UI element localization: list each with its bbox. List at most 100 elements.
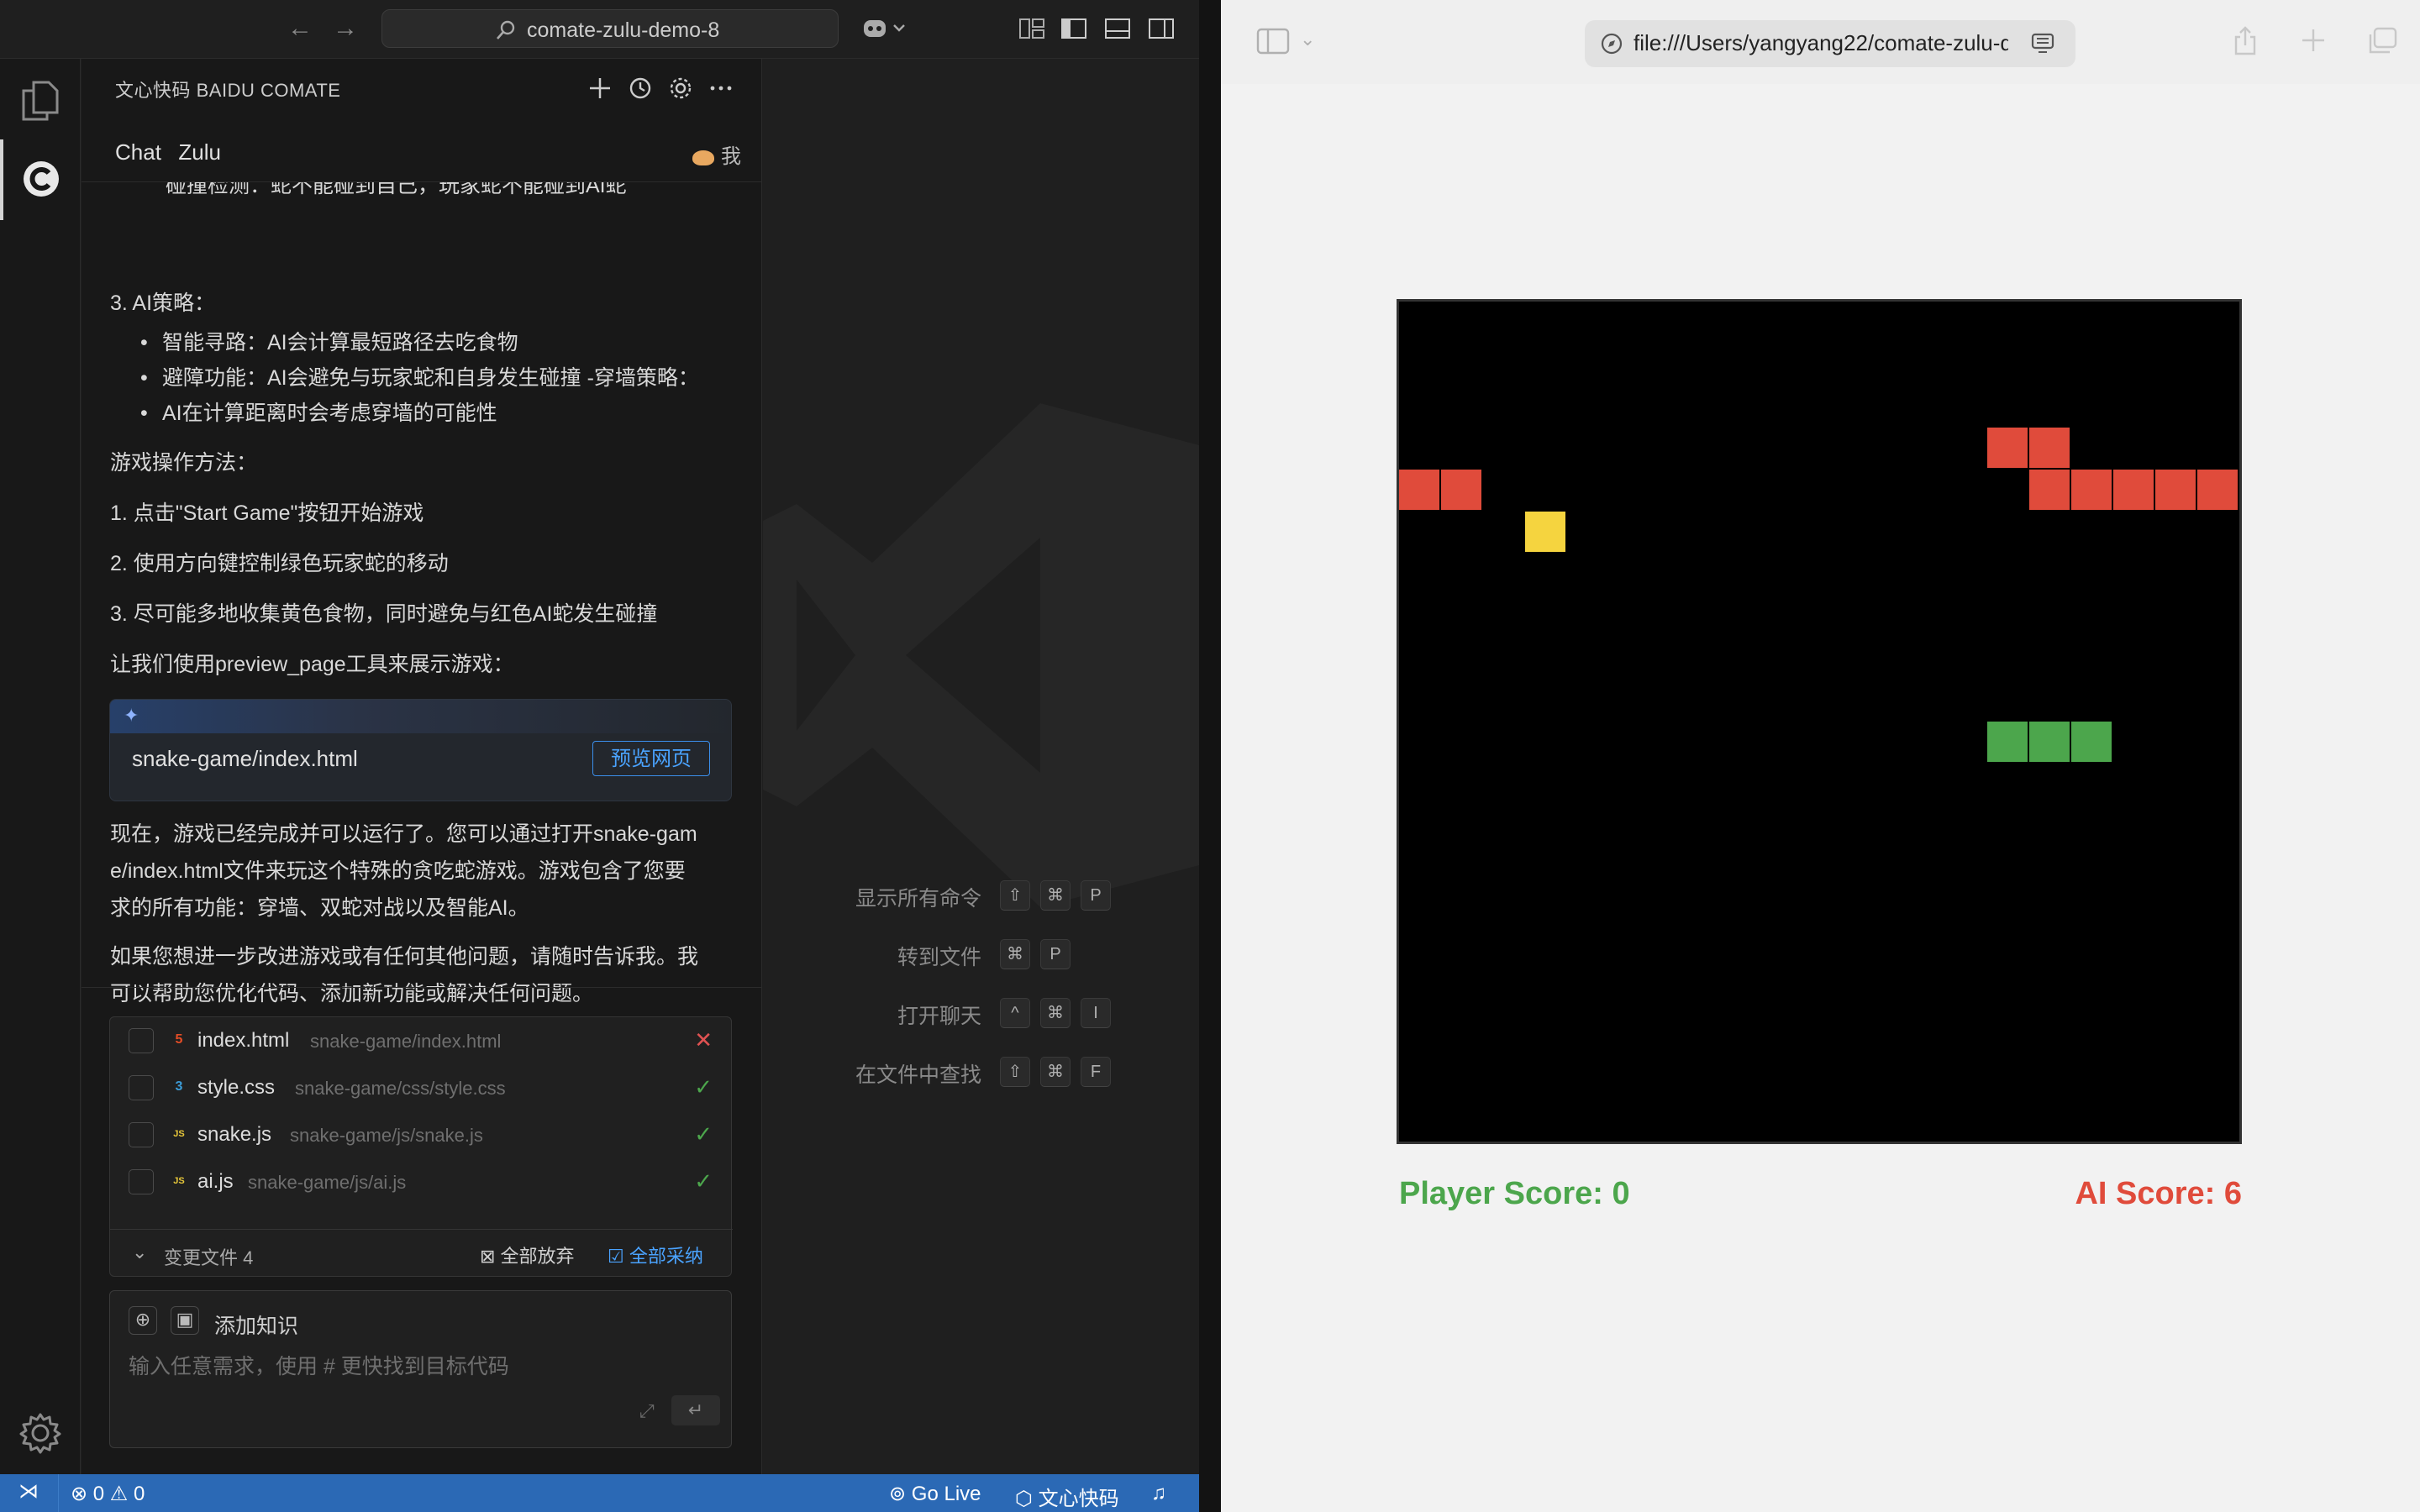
followup-line: 如果您想进一步改进游戏或有任何其他问题，请随时告诉我。我 — [110, 945, 699, 969]
file-accepted-icon[interactable]: ✓ — [694, 1121, 713, 1147]
settings-icon[interactable] — [666, 74, 695, 102]
reject-all-button[interactable]: ⊠ 全部放弃 — [480, 1242, 575, 1268]
more-actions-icon[interactable] — [707, 74, 735, 102]
send-button[interactable]: ↵ — [671, 1395, 720, 1425]
go-live-button[interactable]: ⊚ Go Live — [889, 1482, 981, 1506]
ai-snake-segment — [1399, 470, 1439, 510]
remote-indicator[interactable]: ⋊ — [0, 1474, 59, 1512]
search-icon — [497, 20, 515, 39]
player-snake-segment — [2029, 722, 2070, 762]
history-icon[interactable] — [626, 74, 655, 102]
tab-zulu[interactable]: Zulu — [178, 139, 221, 165]
url-text[interactable]: file:///Users/yangyang22/comate-zulu-dem… — [1634, 30, 2008, 56]
forward-arrow-icon[interactable]: → — [333, 13, 358, 44]
changed-files-count[interactable]: 变更文件 4 — [164, 1243, 253, 1270]
address-bar[interactable]: file:///Users/yangyang22/comate-zulu-dem… — [1585, 20, 2075, 67]
ai-snake-segment — [1441, 470, 1481, 510]
customize-layout-icon[interactable] — [1018, 17, 1045, 40]
edit-file-icon[interactable] — [129, 1169, 154, 1194]
edit-file-icon[interactable] — [129, 1028, 154, 1053]
warning-icon: ⚠ — [104, 1483, 134, 1505]
explorer-icon[interactable] — [20, 79, 60, 123]
file-accepted-icon[interactable]: ✓ — [694, 1074, 713, 1100]
file-path: snake-game/js/ai.js — [248, 1172, 407, 1193]
vscode-logo-watermark-icon — [763, 403, 1199, 907]
chevron-down-icon[interactable]: ⌄ — [1300, 29, 1315, 50]
chevron-down-icon[interactable]: ⌄ — [132, 1242, 147, 1263]
toggle-panel-icon[interactable] — [1104, 17, 1131, 40]
key-cap: ⌘ — [1000, 939, 1030, 969]
ai-snake-segment — [2197, 470, 2238, 510]
command-center[interactable]: comate-zulu-demo-8 — [381, 9, 839, 48]
file-row[interactable]: JS ai.js snake-game/js/ai.js ✓ — [110, 1158, 733, 1205]
key-cap: ⌘ — [1040, 1057, 1071, 1087]
hint-label: 转到文件 — [897, 946, 981, 969]
problems-indicator[interactable]: ⊗ 0 ⚠ 0 — [71, 1482, 145, 1506]
file-rejected-icon[interactable]: ✕ — [694, 1027, 713, 1053]
copilot-icon[interactable] — [862, 17, 909, 40]
player-snake-segment — [2071, 722, 2112, 762]
chat-input-box: ⊕ ▣ 添加知识 ⤢ ↵ — [109, 1290, 732, 1448]
broadcast-icon: ⊚ — [889, 1483, 912, 1505]
sidebar-title: 文心快码 BAIDU COMATE — [115, 80, 341, 101]
css-file-icon: 3 — [175, 1079, 183, 1094]
accept-all-button[interactable]: ☑ 全部采纳 — [608, 1242, 703, 1268]
file-name: index.html — [197, 1029, 290, 1052]
edit-file-icon[interactable] — [129, 1075, 154, 1100]
file-row[interactable]: 5 index.html snake-game/index.html ✕ — [110, 1017, 733, 1064]
toggle-primary-sidebar-icon[interactable] — [1060, 17, 1087, 40]
user-menu[interactable]: 我 — [692, 139, 741, 169]
add-knowledge-label[interactable]: 添加知识 — [214, 1310, 298, 1340]
warning-count: 0 — [134, 1483, 145, 1505]
ops-heading: 游戏操作方法： — [110, 451, 258, 475]
comate-status[interactable]: ⬡ 文心快码 — [1015, 1482, 1119, 1511]
vscode-window: ← → comate-zulu-demo-8 文心快码 BAIDU COMATE… — [0, 0, 1199, 1512]
chat-divider — [82, 987, 762, 988]
notifications-bell-icon[interactable]: ♫ — [1151, 1482, 1166, 1505]
image-upload-icon[interactable]: ▣ — [171, 1306, 199, 1335]
comate-icon[interactable] — [20, 158, 62, 200]
comate-status-label: 文心快码 — [1038, 1488, 1119, 1510]
edit-file-icon[interactable] — [129, 1122, 154, 1147]
tab-chat[interactable]: Chat — [115, 139, 161, 165]
new-tab-icon[interactable] — [2300, 27, 2327, 54]
key-cap: ⇧ — [1000, 880, 1030, 911]
player-snake-segment — [1987, 722, 2028, 762]
reader-mode-icon[interactable] — [2030, 32, 2055, 55]
expand-icon[interactable]: ⤢ — [639, 1400, 655, 1422]
food-item — [1525, 512, 1565, 552]
settings-gear-icon[interactable] — [18, 1411, 62, 1455]
chat-input[interactable] — [127, 1348, 715, 1399]
ai-snake-segment — [2071, 470, 2112, 510]
preview-page-button[interactable]: 预览网页 — [592, 741, 710, 776]
share-icon[interactable] — [2233, 25, 2258, 57]
file-name: snake.js — [197, 1123, 272, 1146]
file-name: style.css — [197, 1076, 276, 1099]
preview-card-glow — [110, 700, 731, 733]
add-context-icon[interactable]: ⊕ — [129, 1306, 157, 1335]
keybinding: ⇧ ⌘ F — [1000, 1057, 1121, 1087]
hint-label: 显示所有命令 — [855, 887, 981, 911]
ai-score: AI Score: 6 — [2075, 1176, 2242, 1211]
hint-label: 在文件中查找 — [855, 1063, 981, 1087]
sidebar-toggle-icon[interactable] — [1256, 27, 1290, 55]
tab-overview-icon[interactable] — [2367, 27, 2397, 55]
window-divider — [1199, 0, 1221, 1512]
game-board[interactable] — [1397, 299, 2242, 1144]
key-cap: ^ — [1000, 998, 1030, 1028]
file-row[interactable]: 3 style.css snake-game/css/style.css ✓ — [110, 1064, 733, 1111]
chat-cut-line: 碰撞检测：蛇不能碰到自己，玩家蛇不能碰到AI蛇 — [166, 182, 627, 197]
file-accepted-icon[interactable]: ✓ — [694, 1168, 713, 1194]
summary-line: 求的所有功能：穿墙、双蛇对战以及智能AI。 — [110, 896, 529, 920]
reject-all-label: 全部放弃 — [500, 1246, 575, 1267]
active-indicator — [0, 139, 3, 220]
safari-window: ⌄ file:///Users/yangyang22/comate-zulu-d… — [1221, 0, 2420, 1512]
toggle-secondary-sidebar-icon[interactable] — [1148, 17, 1175, 40]
file-row[interactable]: JS snake.js snake-game/js/snake.js ✓ — [110, 1111, 733, 1158]
chat-tabs: Chat Zulu — [115, 139, 234, 165]
remote-icon: ⋊ — [18, 1480, 39, 1503]
chat-messages: 碰撞检测：蛇不能碰到自己，玩家蛇不能碰到AI蛇 3. AI策略： 智能寻路：AI… — [82, 182, 762, 1039]
new-chat-icon[interactable] — [586, 74, 614, 102]
summary-line: e/index.html文件来玩这个特殊的贪吃蛇游戏。游戏包含了您要 — [110, 859, 686, 883]
back-arrow-icon[interactable]: ← — [287, 13, 313, 44]
